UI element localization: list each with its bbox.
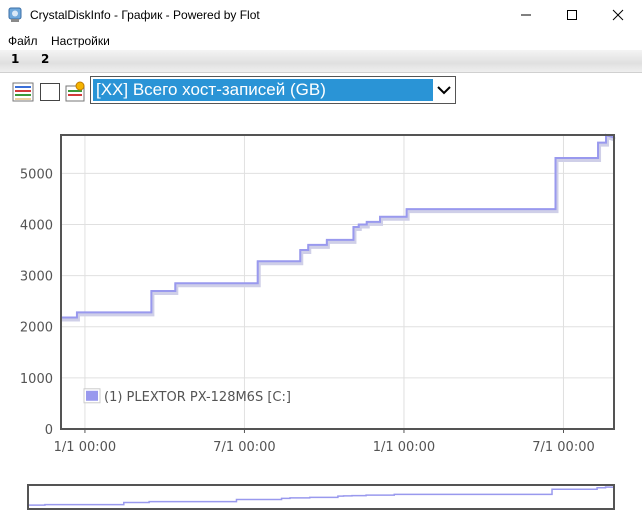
legend-swatch-fill: [86, 390, 98, 401]
y-tick-label: 1000: [20, 372, 53, 387]
maximize-icon: [567, 10, 577, 20]
x-axis: 1/1 00:00 7/1 00:00 1/1 00:00 7/1 00:00: [54, 440, 595, 455]
app-icon: [8, 7, 22, 22]
close-icon: [612, 9, 624, 21]
menu-settings[interactable]: Настройки: [51, 34, 110, 48]
x-tick-label: 7/1 00:00: [213, 440, 276, 455]
blank-graph-icon[interactable]: [39, 81, 61, 103]
overview-series: [28, 486, 615, 506]
metric-select-value: [XX] Всего хост-записей (GB): [93, 79, 433, 101]
chart-grid: [61, 135, 614, 433]
chart-series: [61, 133, 616, 322]
y-tick-label: 4000: [20, 218, 53, 233]
menu-file[interactable]: Файл: [8, 34, 38, 48]
x-tick-label: 1/1 00:00: [54, 440, 117, 455]
maximize-button[interactable]: [549, 0, 595, 30]
close-button[interactable]: [595, 0, 641, 30]
legend-label: (1) PLEXTOR PX-128M6S [C:]: [104, 390, 291, 405]
graph-settings-icon[interactable]: [65, 81, 87, 103]
x-tick-label: 7/1 00:00: [532, 440, 595, 455]
minimize-icon: [521, 14, 531, 16]
tab-2[interactable]: 2: [41, 52, 49, 66]
tab-strip: 1 2: [0, 50, 642, 73]
title-bar: CrystalDiskInfo - График - Powered by Fl…: [0, 0, 642, 30]
series-line: [61, 133, 615, 319]
metric-select[interactable]: [XX] Всего хост-записей (GB): [90, 76, 456, 104]
overview-series-line: [28, 486, 615, 506]
main-chart[interactable]: 0 1000 2000 3000 4000 5000 1/1 00:00 7/1 00:00…: [0, 118, 642, 463]
chevron-down-icon: [437, 86, 451, 95]
series-shadow: [62, 134, 616, 322]
overview-chart[interactable]: [0, 478, 642, 514]
minimize-button[interactable]: [503, 0, 549, 30]
x-tick-label: 1/1 00:00: [373, 440, 436, 455]
y-tick-label: 5000: [20, 167, 53, 182]
menu-bar: Файл Настройки: [0, 32, 642, 50]
tab-1[interactable]: 1: [11, 52, 19, 66]
y-tick-label: 2000: [20, 321, 53, 336]
y-axis: 0 1000 2000 3000 4000 5000: [20, 167, 53, 438]
window-title: CrystalDiskInfo - График - Powered by Fl…: [30, 8, 260, 22]
plot-area: [60, 134, 615, 430]
multi-graph-icon[interactable]: [12, 81, 34, 103]
chart-legend: (1) PLEXTOR PX-128M6S [C:]: [83, 388, 291, 405]
y-tick-label: 0: [45, 423, 53, 438]
y-tick-label: 3000: [20, 270, 53, 285]
